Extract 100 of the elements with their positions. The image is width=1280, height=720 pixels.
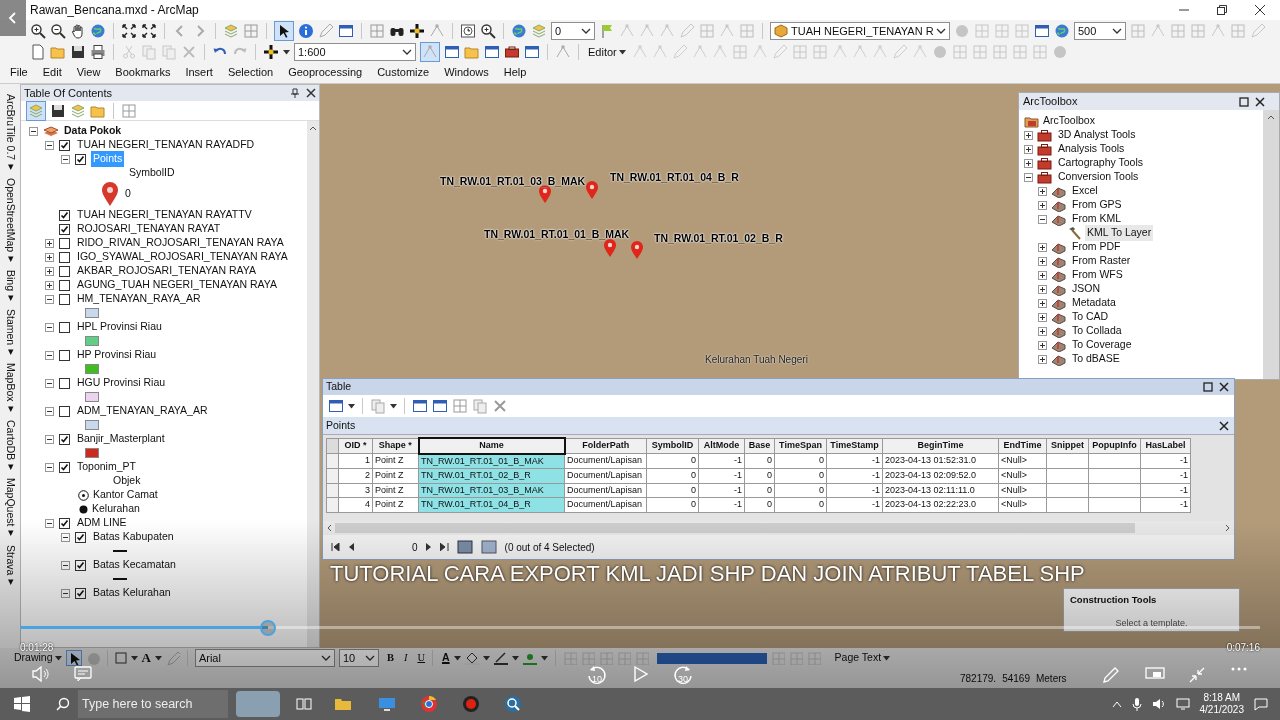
windows-start-icon[interactable] <box>14 696 30 712</box>
expand-icon[interactable] <box>45 238 54 248</box>
toolbox-item[interactable]: From GPS <box>1070 197 1124 213</box>
basemap-tab[interactable]: ArcBruTile 0.7▾ <box>2 94 18 173</box>
menu-item[interactable]: Insert <box>185 64 213 81</box>
toolbox-item[interactable]: Analysis Tools <box>1056 141 1127 157</box>
toolbox-item[interactable]: JSON <box>1070 281 1102 297</box>
page-text-menu-button[interactable]: Page Text <box>834 650 891 666</box>
full-extent-icon[interactable] <box>121 23 137 39</box>
collapse-icon[interactable] <box>45 434 54 444</box>
layer-name[interactable]: HP Provinsi Riau <box>75 347 159 363</box>
expand-icon[interactable] <box>45 252 54 262</box>
layer-name[interactable]: IGO_SYAWAL_ROJOSARI_TENAYAN RAYA <box>75 249 290 265</box>
scroll-left-icon[interactable] <box>325 524 333 532</box>
layer-name[interactable]: AKBAR_ROJOSARI_TENAYAN RAYA <box>75 263 258 279</box>
pan-icon[interactable] <box>70 23 86 39</box>
close-icon[interactable] <box>306 88 316 98</box>
window-icon[interactable] <box>412 398 428 414</box>
editor-menu-button[interactable]: Editor <box>586 43 628 61</box>
expand-icon[interactable] <box>1038 186 1047 196</box>
layer-checkbox[interactable] <box>59 251 70 263</box>
last-record-icon[interactable] <box>439 543 449 551</box>
collapse-icon[interactable] <box>61 588 70 598</box>
scrollbar[interactable] <box>307 121 319 647</box>
layer-name[interactable]: Batas Kecamatan <box>91 557 178 573</box>
basemap-tab[interactable]: CartoDB▾ <box>2 420 18 473</box>
italic-button[interactable]: I <box>403 650 408 666</box>
collapse-icon[interactable] <box>45 322 54 332</box>
window-icon[interactable] <box>328 398 344 414</box>
layer-checkbox[interactable] <box>59 349 70 361</box>
layer-checkbox[interactable] <box>59 377 70 389</box>
menu-item[interactable]: Selection <box>227 64 274 81</box>
layer-name[interactable]: TUAH NEGERI_TENAYAN RAYATTV <box>75 207 254 223</box>
scroll-up-icon[interactable] <box>309 124 317 132</box>
maximize-icon[interactable] <box>1203 382 1213 392</box>
close-icon[interactable] <box>1219 420 1229 431</box>
toolbox-item[interactable]: Conversion Tools <box>1056 169 1141 185</box>
collapse-icon[interactable] <box>45 462 54 472</box>
collapse-icon[interactable] <box>1024 172 1033 182</box>
screen-icon[interactable] <box>1145 666 1165 682</box>
expand-icon[interactable] <box>1038 298 1047 308</box>
toolbox-item[interactable]: KML To Layer <box>1085 225 1154 241</box>
chevron-up-icon[interactable] <box>1111 700 1122 708</box>
layer-dropdown[interactable]: 0 <box>551 22 595 40</box>
add-data-icon[interactable] <box>263 44 279 60</box>
menu-item[interactable]: Help <box>503 64 527 81</box>
layer-checkbox[interactable] <box>59 237 70 249</box>
play-icon[interactable] <box>634 666 648 682</box>
menu-item[interactable]: Customize <box>377 64 430 81</box>
layer-name[interactable]: HPL Provinsi Riau <box>75 319 164 335</box>
layer-checkbox[interactable] <box>59 405 70 417</box>
expand-icon[interactable] <box>1038 200 1047 210</box>
font-color-button[interactable]: A <box>442 650 450 666</box>
window-icon[interactable] <box>444 44 460 60</box>
window-icon[interactable] <box>524 44 540 60</box>
toolbox-item[interactable]: 3D Analyst Tools <box>1056 127 1138 143</box>
text-tool-button[interactable]: A <box>141 648 151 668</box>
progress-track[interactable] <box>20 620 1260 636</box>
collapse-icon[interactable] <box>45 378 54 388</box>
font-dropdown[interactable]: Arial <box>194 649 335 667</box>
toolbox-item[interactable]: ArcToolbox <box>1043 113 1095 129</box>
layer-name[interactable]: TUAH NEGERI_TENAYAN RAYADFD <box>75 137 257 153</box>
line-color-icon[interactable] <box>493 651 508 665</box>
notification-icon[interactable] <box>1254 697 1268 711</box>
add-data-icon[interactable] <box>409 23 425 39</box>
window-icon[interactable] <box>1034 23 1050 39</box>
toolbox-item[interactable]: To dBASE <box>1070 351 1122 367</box>
layer-name[interactable]: HGU Provinsi Riau <box>75 375 168 391</box>
next-record-icon[interactable] <box>425 543 432 551</box>
expand-icon[interactable] <box>1024 144 1033 154</box>
save-icon[interactable] <box>70 44 86 60</box>
expand-icon[interactable] <box>45 280 54 290</box>
basemap-tab[interactable]: Stamen▾ <box>2 309 18 358</box>
column-header[interactable]: Name <box>418 438 565 454</box>
expand-icon[interactable] <box>1038 270 1047 280</box>
window-icon[interactable] <box>432 398 448 414</box>
expand-icon[interactable] <box>1024 158 1033 168</box>
column-header[interactable]: SymbolID <box>646 438 699 454</box>
layer-checkbox[interactable] <box>59 139 70 151</box>
toolbox-item[interactable]: From Raster <box>1070 253 1133 269</box>
expand-icon[interactable] <box>1038 340 1047 350</box>
layer-checkbox[interactable] <box>59 265 70 277</box>
data-frame-name[interactable]: Data Pokok <box>64 123 122 139</box>
collapse-icon[interactable] <box>45 406 54 416</box>
layer-name[interactable]: Banjir_Masterplant <box>75 431 167 447</box>
new-document-icon[interactable] <box>30 44 46 60</box>
highlight-field[interactable] <box>656 652 767 664</box>
show-all-records-icon[interactable] <box>456 540 473 554</box>
zoom-out-icon[interactable] <box>50 23 66 39</box>
collapse-icon[interactable] <box>45 518 54 528</box>
layer-checkbox[interactable] <box>59 517 70 529</box>
column-header[interactable]: HasLabel <box>1140 438 1191 454</box>
layer-checkbox[interactable] <box>75 531 86 543</box>
pen-icon[interactable] <box>1102 666 1120 684</box>
maximize-icon[interactable] <box>1239 96 1249 107</box>
layer-checkbox[interactable] <box>59 223 70 235</box>
search-icon[interactable] <box>56 697 70 711</box>
microphone-icon[interactable] <box>1131 697 1142 711</box>
basemap-tab[interactable]: MapBox▾ <box>2 363 18 414</box>
menu-item[interactable]: Edit <box>42 64 62 81</box>
